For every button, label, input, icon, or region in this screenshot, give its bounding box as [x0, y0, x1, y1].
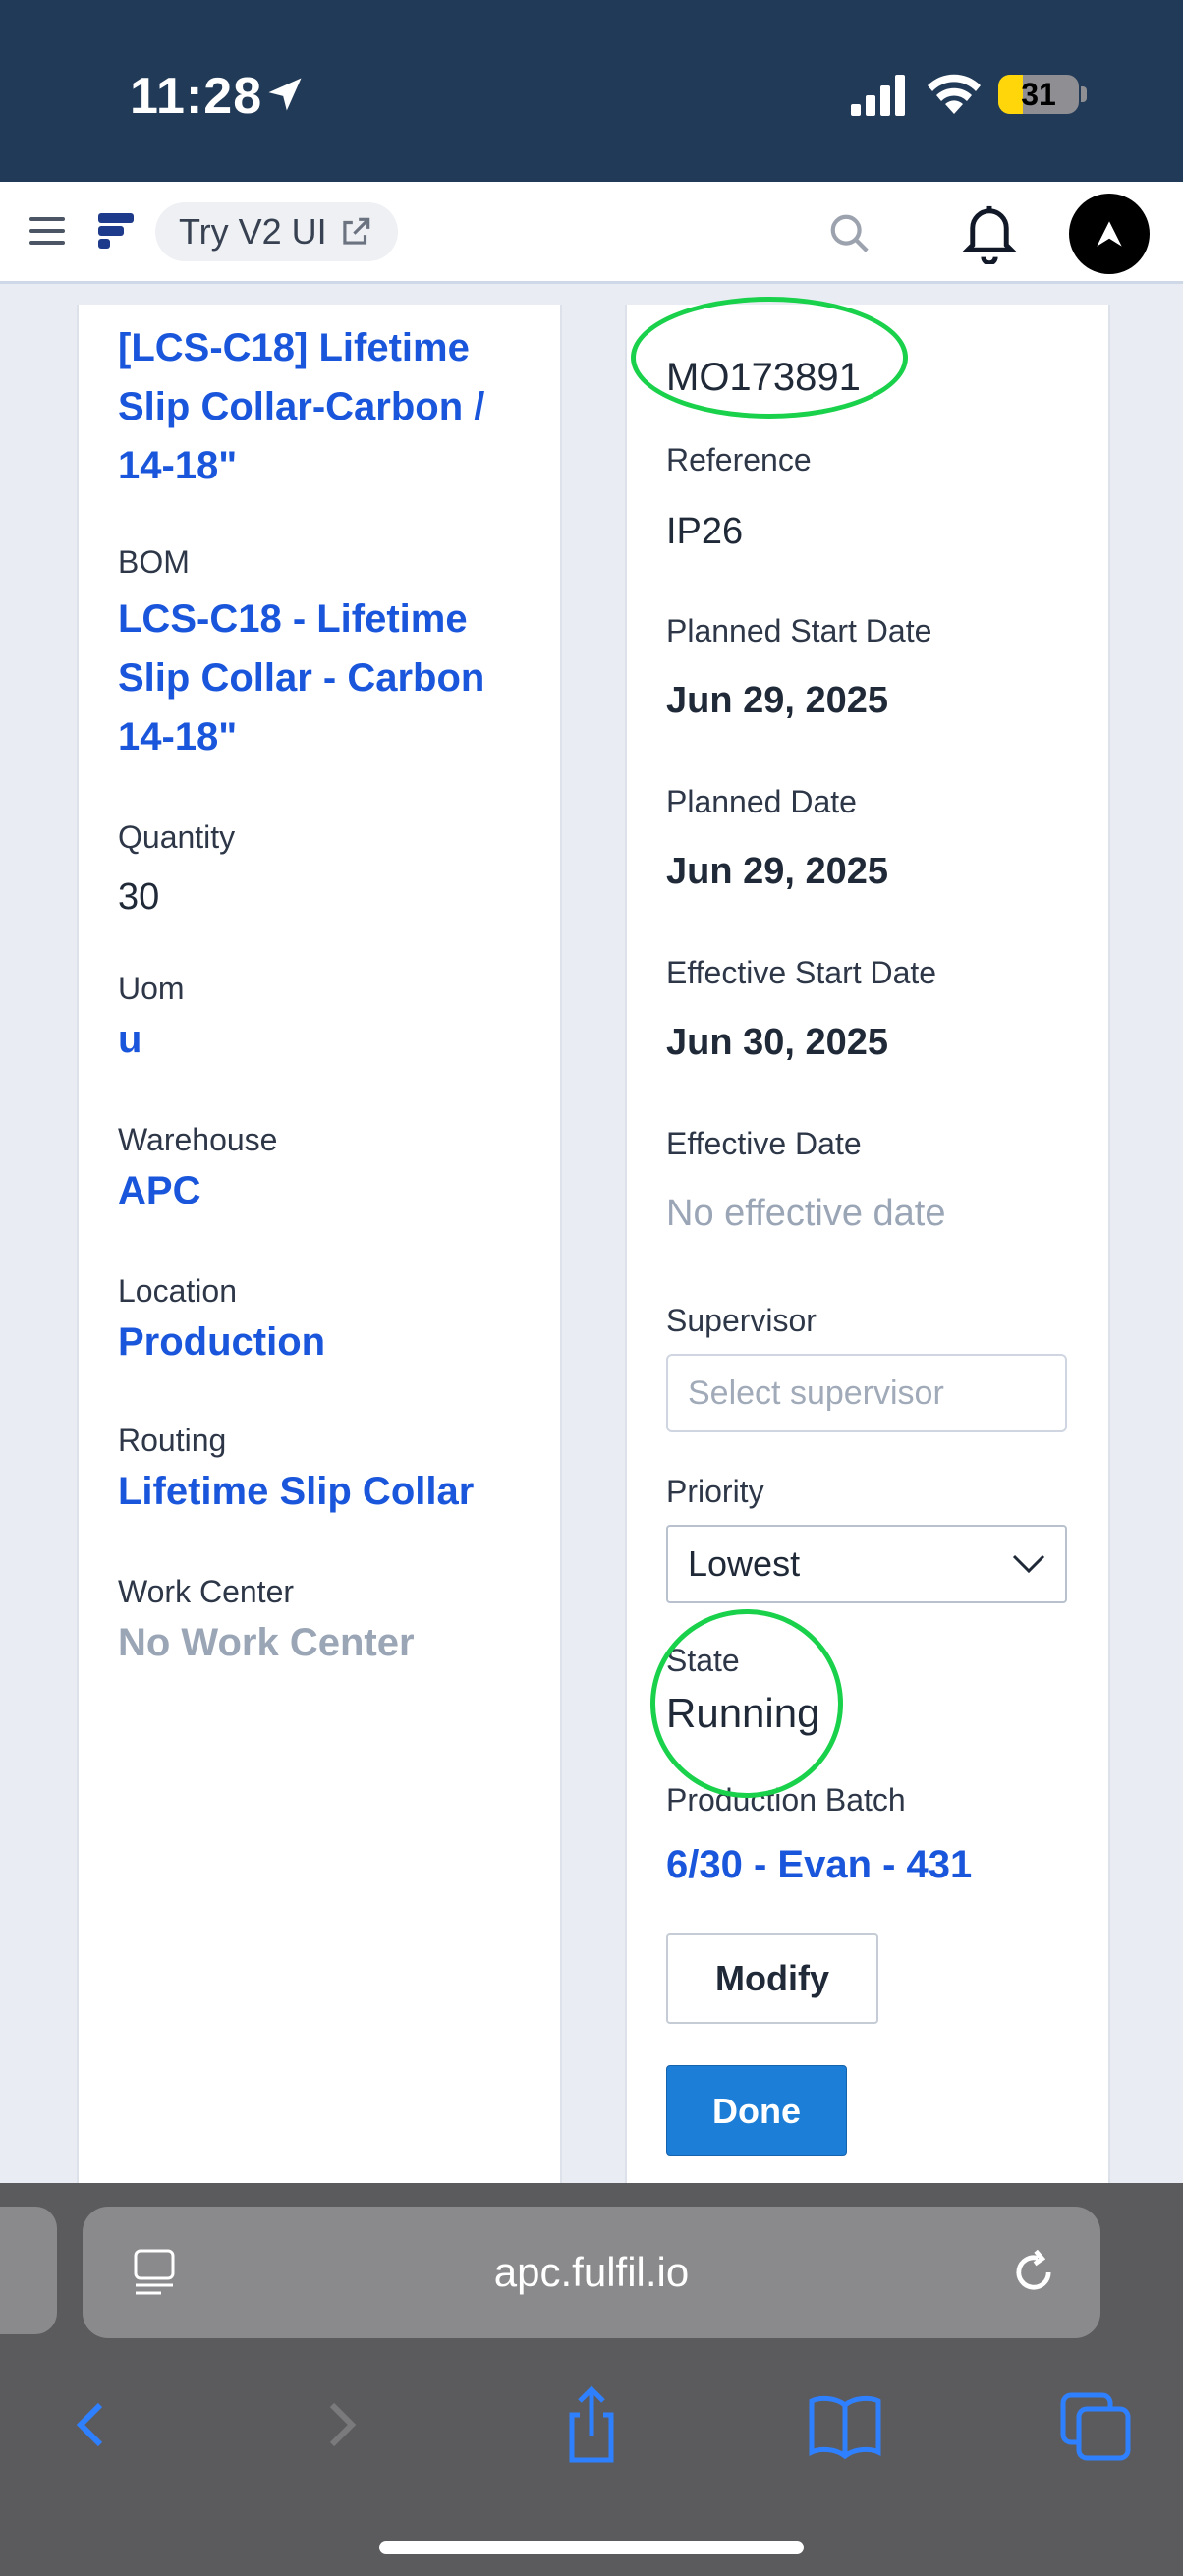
state-value: Running: [666, 1690, 820, 1736]
order-details-card: MO173891 Reference IP26 Planned Start Da…: [625, 305, 1110, 2183]
previous-tab-peek[interactable]: [0, 2207, 57, 2334]
priority-select[interactable]: Lowest: [666, 1525, 1067, 1603]
production-batch-link[interactable]: 6/30 - Evan - 431: [666, 1835, 972, 1894]
order-number: MO173891: [666, 356, 861, 399]
quantity-value: 30: [118, 876, 160, 918]
location-label: Location: [118, 1273, 237, 1309]
planned-date-value: Jun 29, 2025: [666, 851, 889, 892]
menu-icon[interactable]: [29, 215, 65, 247]
effective-start-value: Jun 30, 2025: [666, 1022, 889, 1063]
routing-label: Routing: [118, 1423, 227, 1458]
status-time: 11:28: [130, 68, 263, 125]
signal-icon: [851, 75, 905, 116]
external-link-icon: [343, 217, 369, 245]
avatar[interactable]: [1069, 194, 1150, 274]
main-content[interactable]: [LCS-C18] Lifetime Slip Collar-Carbon / …: [0, 285, 1183, 2183]
uom-label: Uom: [118, 971, 185, 1006]
reference-value: IP26: [666, 511, 744, 552]
try-v2-label: Try V2 UI: [179, 211, 327, 252]
production-batch-label: Production Batch: [666, 1782, 906, 1818]
routing-link[interactable]: Lifetime Slip Collar: [118, 1462, 474, 1521]
tabs-icon[interactable]: [1057, 2376, 1136, 2474]
try-v2-button[interactable]: Try V2 UI: [155, 202, 398, 261]
reference-label: Reference: [666, 442, 812, 477]
url-text: apc.fulfil.io: [493, 2249, 690, 2295]
work-center-label: Work Center: [118, 1574, 295, 1609]
planned-start-value: Jun 29, 2025: [666, 680, 889, 721]
home-indicator: [379, 2541, 804, 2554]
wifi-icon: [928, 74, 981, 114]
bookmarks-icon[interactable]: [806, 2376, 884, 2474]
planned-start-label: Planned Start Date: [666, 613, 932, 648]
browser-toolbar: apc.fulfil.io: [0, 2183, 1183, 2576]
supervisor-label: Supervisor: [666, 1303, 817, 1338]
battery-level: 31: [1021, 77, 1056, 112]
reload-icon[interactable]: [1008, 2246, 1059, 2299]
priority-value: Lowest: [688, 1543, 801, 1584]
location-link[interactable]: Production: [118, 1313, 325, 1372]
location-arrow-icon: [268, 78, 302, 111]
warehouse-link[interactable]: APC: [118, 1161, 200, 1220]
modify-button[interactable]: Modify: [666, 1933, 878, 2024]
effective-date-value: No effective date: [666, 1193, 946, 1234]
quantity-label: Quantity: [118, 819, 236, 855]
bell-icon[interactable]: [959, 201, 1020, 264]
back-icon[interactable]: [49, 2376, 128, 2474]
state-label: State: [666, 1643, 740, 1678]
product-card: [LCS-C18] Lifetime Slip Collar-Carbon / …: [77, 305, 562, 2183]
done-button[interactable]: Done: [666, 2065, 847, 2156]
chevron-down-icon: [1012, 1554, 1045, 1574]
battery-cap: [1081, 86, 1087, 102]
app-header: Try V2 UI: [0, 182, 1183, 284]
priority-label: Priority: [666, 1474, 764, 1509]
search-icon[interactable]: [827, 211, 873, 256]
planned-date-label: Planned Date: [666, 784, 857, 819]
address-bar[interactable]: apc.fulfil.io: [83, 2207, 1100, 2338]
forward-icon[interactable]: [305, 2376, 383, 2474]
supervisor-input[interactable]: Select supervisor: [666, 1354, 1067, 1432]
effective-start-label: Effective Start Date: [666, 955, 937, 990]
ios-status-bar: 11:28 31: [0, 0, 1183, 182]
product-link[interactable]: [LCS-C18] Lifetime Slip Collar-Carbon / …: [118, 318, 540, 495]
avatar-icon: [1097, 221, 1122, 247]
bom-label: BOM: [118, 544, 190, 580]
uom-link[interactable]: u: [118, 1010, 141, 1069]
battery-icon: 31: [998, 75, 1079, 114]
effective-date-label: Effective Date: [666, 1126, 862, 1161]
fulfil-logo-icon[interactable]: [94, 209, 138, 252]
share-icon[interactable]: [552, 2376, 631, 2474]
bom-link[interactable]: LCS-C18 - Lifetime Slip Collar - Carbon …: [118, 589, 540, 766]
work-center-value: No Work Center: [118, 1621, 415, 1664]
warehouse-label: Warehouse: [118, 1122, 278, 1157]
